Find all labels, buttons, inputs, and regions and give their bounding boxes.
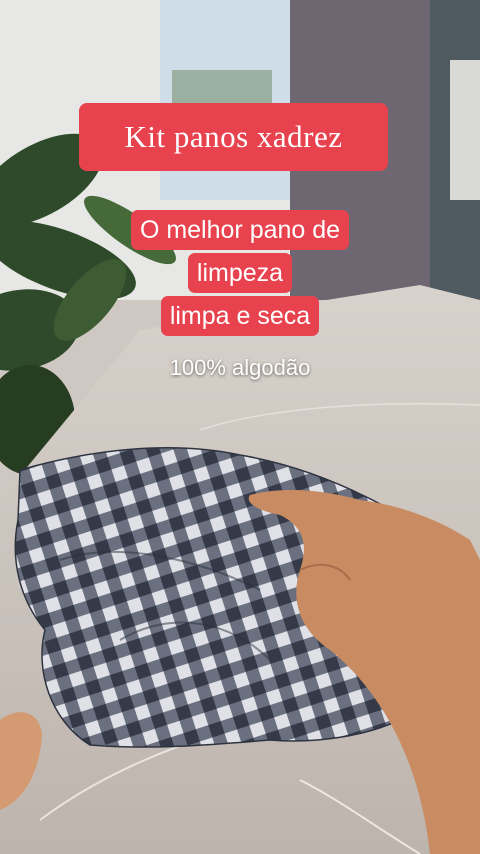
video-title-caption: Kit panos xadrez (79, 103, 388, 171)
subtitle-line-3: limpa e seca (160, 296, 320, 336)
material-caption: 100% algodão (169, 355, 311, 380)
subtitle-line-2: limpeza (187, 253, 293, 293)
video-frame: Kit panos xadrez O melhor pano de limpez… (0, 0, 480, 854)
subtitle-line-1: O melhor pano de (130, 210, 350, 250)
subtitle-caption: O melhor pano de limpeza limpa e seca (0, 210, 480, 339)
